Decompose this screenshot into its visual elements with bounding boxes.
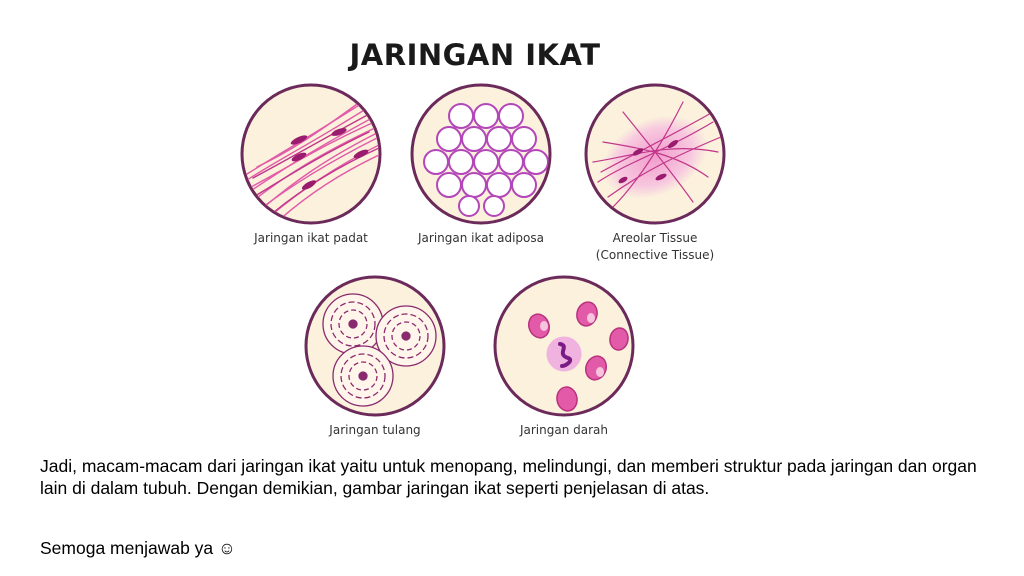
tissue-blood: Jaringan darah xyxy=(479,274,649,439)
explanation-paragraph: Jadi, macam-macam dari jaringan ikat yai… xyxy=(40,456,977,498)
caption-areolar-line1: Areolar Tissue xyxy=(612,231,698,245)
dense-connective-tissue-icon xyxy=(240,83,382,225)
tissue-bone: Jaringan tulang xyxy=(290,274,460,439)
tissue-adipose: Jaringan ikat adiposa xyxy=(396,82,566,247)
tissue-areolar: Areolar Tissue (Connective Tissue) xyxy=(570,82,740,264)
bone-tissue-icon xyxy=(304,275,446,417)
closing-text: Semoga menjawab ya ☺ xyxy=(40,538,236,558)
caption-blood: Jaringan darah xyxy=(519,423,609,437)
caption-dense: Jaringan ikat padat xyxy=(254,231,368,245)
caption-bone: Jaringan tulang xyxy=(329,423,421,437)
caption-areolar-line2: (Connective Tissue) xyxy=(595,248,715,262)
blood-tissue-icon xyxy=(493,275,635,417)
areolar-tissue-icon xyxy=(584,83,726,225)
caption-adipose: Jaringan ikat adiposa xyxy=(418,231,544,245)
slide-title: JARINGAN IKAT xyxy=(349,38,601,72)
tissue-dense: Jaringan ikat padat xyxy=(226,82,396,247)
adipose-tissue-icon xyxy=(410,83,552,225)
